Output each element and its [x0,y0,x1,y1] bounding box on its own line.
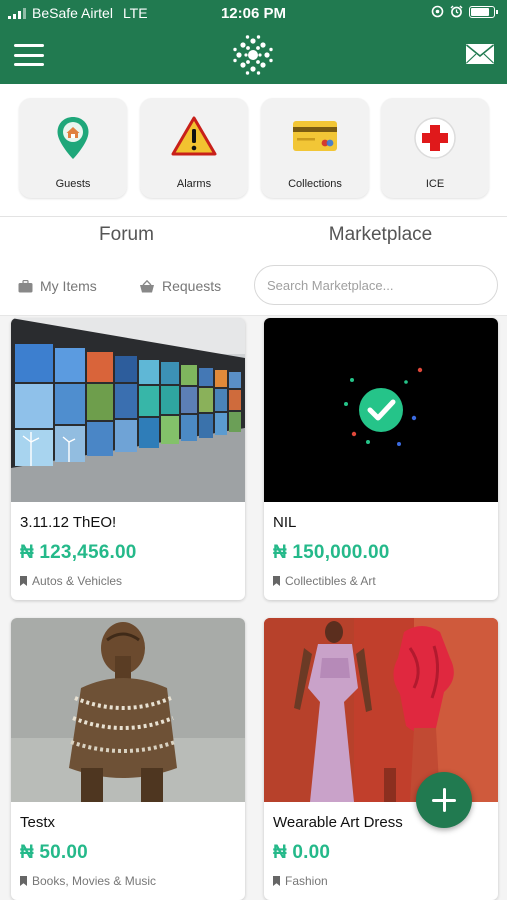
requests-button[interactable]: Requests [139,278,221,294]
listing-title: NIL [273,514,297,531]
requests-label: Requests [162,278,222,294]
checkmark-graphic [264,318,498,502]
marketplace-filter-bar: My Items Requests [0,254,507,316]
guests-tile[interactable]: Guests [19,98,127,198]
listing-category: Books, Movies & Music [20,874,156,888]
alarms-tile[interactable]: Alarms [140,98,248,198]
bookmark-icon [273,876,280,886]
my-items-button[interactable]: My Items [18,278,97,294]
bookmark-icon [20,876,27,886]
listing-card[interactable]: Testx ₦ 50.00 Books, Movies & Music [11,618,245,900]
wooden-sculpture-photo [11,618,245,802]
rotation-lock-icon [431,5,444,18]
listing-category-label: Collectibles & Art [285,574,376,588]
bookmark-icon [273,576,280,586]
mail-icon[interactable] [465,43,495,65]
guests-label: Guests [55,178,91,190]
listing-category-label: Fashion [285,874,328,888]
briefcase-icon [18,279,33,292]
listing-category: Fashion [273,874,328,888]
listing-title: 3.11.12 ThEO! [20,514,117,531]
listing-card[interactable]: Wearable Art Dress ₦ 0.00 Fashion [264,618,498,900]
dress-mannequins-photo [264,618,498,802]
quick-actions: Guests Alarms Collections ICE [0,84,507,216]
alarm-clock-icon [450,5,463,18]
collections-tile[interactable]: Collections [261,98,369,198]
listing-category: Autos & Vehicles [20,574,122,588]
listing-price: ₦ 0.00 [273,842,331,863]
listing-title: Testx [20,814,56,831]
status-bar: BeSafe Airtel LTE 12:06 PM [0,0,507,26]
card-icon [293,121,337,151]
search-input[interactable] [254,265,498,305]
bookmark-icon [20,576,27,586]
app-logo-icon [233,35,273,75]
tab-forum[interactable]: Forum [0,217,253,255]
my-items-label: My Items [40,278,97,294]
listing-category: Collectibles & Art [273,574,376,588]
listing-card[interactable]: 3.11.12 ThEO! ₦ 123,456.00 Autos & Vehic… [11,318,245,600]
listing-card[interactable]: NIL ₦ 150,000.00 Collectibles & Art [264,318,498,600]
ice-label: ICE [425,178,445,190]
alarms-label: Alarms [176,178,212,190]
tab-marketplace[interactable]: Marketplace [254,217,507,255]
listing-title: Wearable Art Dress [273,814,403,831]
video-wall-photo [11,318,245,502]
home-pin-icon [57,117,89,159]
collections-label: Collections [288,178,342,190]
hamburger-icon[interactable] [14,44,44,66]
listing-category-label: Books, Movies & Music [32,874,157,888]
shopping-basket-icon [140,279,154,292]
medical-cross-icon [414,117,456,159]
add-listing-button[interactable] [416,772,472,828]
listing-price: ₦ 50.00 [20,842,88,863]
listing-category-label: Autos & Vehicles [32,574,123,588]
section-tabs: Forum Marketplace [0,216,507,255]
top-app-bar [0,26,507,84]
warning-icon [171,116,217,156]
battery-icon [469,5,498,18]
listing-price: ₦ 150,000.00 [273,542,390,563]
ice-tile[interactable]: ICE [381,98,489,198]
listing-price: ₦ 123,456.00 [20,542,137,563]
